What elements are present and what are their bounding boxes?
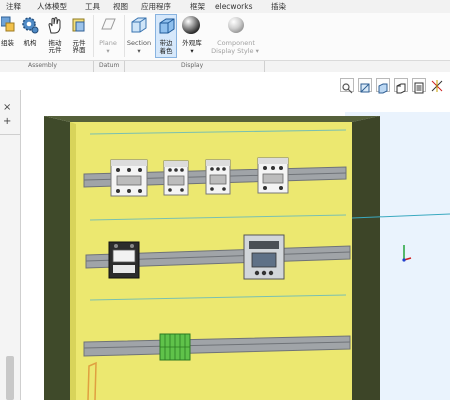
coordinate-system-icon: [402, 245, 412, 262]
cabinet-left-wall: [44, 116, 70, 400]
view-manager-icon[interactable]: [412, 78, 426, 94]
group-datum: Datum: [99, 62, 120, 69]
tab-tools[interactable]: 工具: [85, 1, 100, 12]
shaded-cube-icon: [159, 18, 175, 34]
group-display: Display: [181, 62, 204, 69]
mechanism-label: 机构: [23, 39, 37, 47]
section-icon: [131, 17, 147, 33]
component-interface-icon: [72, 18, 85, 32]
group-divider: [93, 15, 94, 57]
gear-icon: [22, 17, 39, 34]
display-style-sphere-icon: [228, 17, 244, 33]
group-divider: [264, 61, 265, 72]
hand-icon: [48, 17, 61, 34]
assemble-label: 组装: [1, 39, 14, 47]
appearance-gallery-button[interactable]: [181, 15, 201, 35]
component-display-style-button[interactable]: [226, 15, 246, 35]
zoom-fit-icon[interactable]: [340, 78, 354, 94]
shading-edges-label-2: 着色: [159, 47, 173, 55]
plane-label: Plane: [99, 39, 117, 47]
section-dropdown-arrow[interactable]: ▾: [124, 48, 154, 55]
appearance-label: 外观库: [182, 39, 202, 47]
contactor: [110, 159, 148, 197]
zoom-in-icon[interactable]: [358, 78, 372, 93]
tab-annotate[interactable]: 注释: [6, 1, 21, 12]
plane-icon: [101, 18, 116, 30]
component-label: Component: [217, 39, 255, 47]
assemble-button[interactable]: [0, 16, 15, 32]
shading-with-edges-button[interactable]: 带边 着色: [155, 14, 177, 58]
drag-components-button[interactable]: [46, 16, 64, 34]
display-style-label: Display Style ▾: [211, 47, 259, 55]
drag-components-label: 拖动 元件: [48, 39, 62, 54]
terminal-block: [159, 333, 191, 361]
motor-protector: [243, 234, 285, 280]
tab-applications[interactable]: 应用程序: [141, 1, 171, 12]
plane-button[interactable]: [99, 16, 117, 32]
mechanism-button[interactable]: [21, 16, 39, 34]
repaint-icon[interactable]: [376, 78, 390, 94]
ribbon-panel: 组装 机构 拖动 元件 元件 界面 Plane ▾ Section ▾ 带边 着…: [0, 13, 450, 60]
ribbon-tab-bar: 注释 人体模型 工具 视图 应用程序 框架 elecworks 插染: [0, 0, 450, 14]
electrical-cabinet-model: [44, 116, 450, 400]
contactor: [163, 160, 189, 196]
black-contactor: [108, 241, 140, 279]
tab-view[interactable]: 视图: [113, 1, 128, 12]
tab-framework[interactable]: 框架: [190, 1, 205, 12]
contactor: [257, 157, 289, 194]
group-divider: [93, 61, 94, 72]
shading-edges-label-1: 带边: [159, 39, 173, 47]
datum-display-icon[interactable]: [430, 78, 444, 92]
group-divider: [124, 61, 125, 72]
saved-orientation-icon[interactable]: [394, 78, 408, 94]
section-label: Section: [126, 39, 152, 47]
cabinet-top-edge: [44, 116, 380, 122]
cabinet-right-wall: [352, 116, 380, 400]
panel-edge: [70, 122, 76, 400]
tab-render[interactable]: 插染: [271, 1, 286, 12]
section-button[interactable]: [130, 16, 148, 34]
component-interface-label: 元件 界面: [72, 39, 86, 54]
tab-elecworks[interactable]: elecworks: [215, 1, 253, 12]
plane-dropdown-arrow[interactable]: ▾: [95, 48, 121, 55]
group-assembly: Assembly: [28, 62, 57, 69]
contactor: [205, 159, 231, 195]
assemble-icon: [0, 16, 15, 32]
tab-manikin[interactable]: 人体模型: [37, 1, 67, 12]
sphere-icon: [182, 16, 200, 34]
component-interface-button[interactable]: [70, 16, 88, 34]
